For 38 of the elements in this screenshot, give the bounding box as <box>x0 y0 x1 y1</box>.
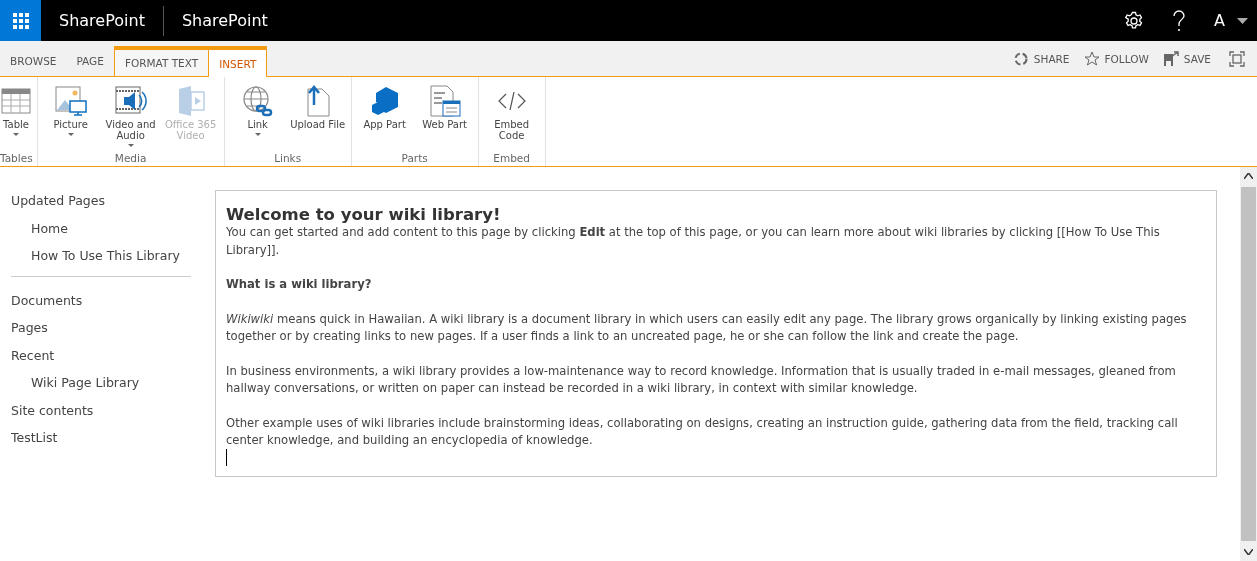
ribbon-button[interactable]: Upload File <box>288 81 347 152</box>
ribbon-group-label: Media <box>113 152 148 166</box>
ribbon-button[interactable]: Web Part <box>415 81 474 152</box>
paragraph: Other example uses of wiki libraries include brainstorming ideas, collaborating on designs, creating an instruction guide, gathering data from the field, tracking call center knowledge, and building an encyclopedia of knowledge. <box>226 414 1179 449</box>
ribbon-button[interactable]: Table <box>0 81 32 152</box>
section-heading: What is a wiki library? <box>226 276 373 293</box>
site-title[interactable]: SharePoint <box>163 11 286 30</box>
nav-link[interactable]: How To Use This Library <box>11 246 202 274</box>
nav-link[interactable]: TestList <box>11 428 202 456</box>
brand-title[interactable]: SharePoint <box>41 11 163 30</box>
ribbon-tab[interactable]: BROWSE <box>0 46 67 76</box>
nav-link[interactable]: Home <box>11 218 202 246</box>
ribbon-tab[interactable]: PAGE <box>66 46 114 76</box>
paragraph: You can get started and add content to this page by clicking Edit at the top of this page, or you can learn more about wiki libraries by clicking [[How To Use This Library]]. <box>226 224 1161 259</box>
ribbon-button[interactable]: Link <box>228 81 287 152</box>
ribbon-button[interactable]: Video and Audio <box>101 81 160 152</box>
ribbon-button[interactable]: Embed Code <box>482 81 541 152</box>
ribbon-group-label: Links <box>273 152 303 166</box>
ribbon-button[interactable]: Picture <box>41 81 100 152</box>
ribbon-tab[interactable]: FORMAT TEXT <box>113 46 209 76</box>
ribbon-button[interactable]: App Part <box>355 81 414 152</box>
nav-link[interactable]: Wiki Page Library <box>11 373 202 401</box>
ribbon-tab[interactable]: INSERT <box>208 46 268 77</box>
nav-link[interactable]: Pages <box>11 318 202 346</box>
page-action-button[interactable]: FOLLOW <box>1083 50 1149 67</box>
page-heading: Welcome to your wiki library! <box>226 205 502 224</box>
user-menu-button[interactable]: A <box>1214 11 1248 30</box>
paragraph: In business environments, a wiki library provides a low-maintenance way to record knowledge. Information that is usually traded in e-mail messages, gleaned from hallway conversations, or written on paper can instead be recorded in a wiki library, in context with similar knowledge. <box>226 362 1177 397</box>
nav-link[interactable]: Updated Pages <box>11 191 202 219</box>
nav-link[interactable]: Documents <box>11 290 202 318</box>
nav-link[interactable]: Recent <box>11 345 202 373</box>
ribbon-group-label: Tables <box>0 152 33 166</box>
nav-link[interactable]: Site contents <box>11 400 202 428</box>
ribbon-group-label: Parts <box>400 152 429 166</box>
ribbon-group-label: Embed <box>492 152 531 166</box>
paragraph: Wikiwiki means quick in Hawaiian. A wiki library is a document library in which users can easily edit any page. The library grows organically by linking existing pages together or by creating links to new pages. If a user finds a link to an uncreated page, he or she can follow the link and create the page. <box>226 310 1188 345</box>
page-action-button[interactable]: SAVE <box>1162 50 1211 67</box>
page-action-button[interactable]: SHARE <box>1012 50 1070 67</box>
